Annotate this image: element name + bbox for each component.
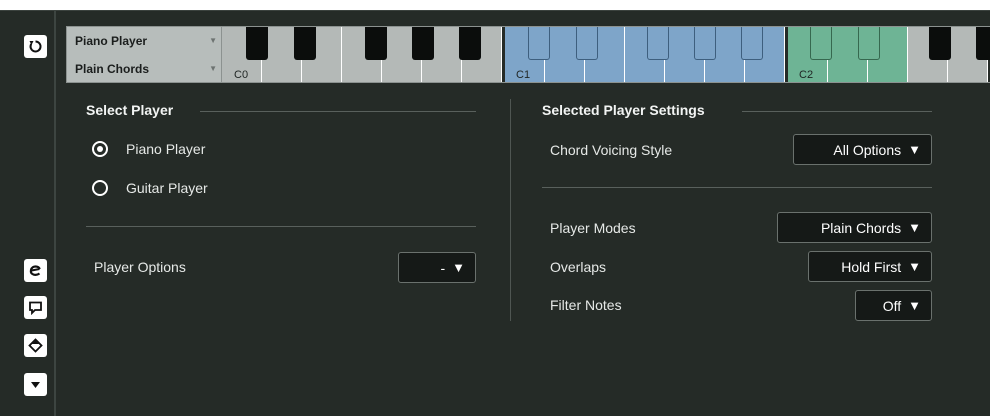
player-dropdown-value: Piano Player bbox=[75, 34, 148, 48]
divider bbox=[86, 226, 476, 227]
black-key[interactable] bbox=[412, 27, 434, 60]
editor-button[interactable] bbox=[24, 259, 47, 282]
player-modes-value: Plain Chords bbox=[820, 219, 902, 236]
black-key[interactable] bbox=[929, 27, 951, 60]
black-key[interactable] bbox=[694, 27, 716, 60]
header-strip: Piano Player ▼ Plain Chords ▼ C0 C1 C2 bbox=[66, 26, 990, 83]
chevron-down-icon: ▼ bbox=[908, 298, 921, 313]
section-separator bbox=[510, 99, 511, 321]
divider bbox=[742, 111, 932, 112]
tag-icon bbox=[28, 338, 43, 353]
chevron-down-icon: ▼ bbox=[209, 64, 217, 73]
overlaps-dropdown[interactable]: Hold First ▼ bbox=[808, 251, 932, 282]
radio-guitar-player[interactable] bbox=[92, 180, 108, 196]
editor-icon bbox=[28, 263, 43, 278]
chord-voicing-style-value: All Options bbox=[833, 141, 902, 158]
player-settings-title: Selected Player Settings bbox=[542, 102, 705, 118]
expand-icon bbox=[28, 377, 43, 392]
style-dropdown[interactable]: Plain Chords ▼ bbox=[67, 55, 223, 83]
black-key[interactable] bbox=[647, 27, 669, 60]
activate-icon bbox=[28, 39, 43, 54]
left-toolbar bbox=[0, 11, 56, 416]
black-key[interactable] bbox=[576, 27, 598, 60]
black-key[interactable] bbox=[976, 27, 990, 60]
black-key[interactable] bbox=[528, 27, 550, 60]
piano-keyboard[interactable]: C0 C1 C2 bbox=[222, 26, 990, 83]
comment-button[interactable] bbox=[24, 296, 47, 319]
chevron-down-icon: ▼ bbox=[908, 142, 921, 157]
octave-label-c2: C2 bbox=[799, 69, 814, 81]
tag-button[interactable] bbox=[24, 334, 47, 357]
player-options-label: Player Options bbox=[94, 259, 186, 275]
player-selector: Piano Player ▼ Plain Chords ▼ bbox=[66, 26, 222, 83]
activate-button[interactable] bbox=[24, 35, 47, 58]
expand-button[interactable] bbox=[24, 373, 47, 396]
overlaps-label: Overlaps bbox=[550, 259, 607, 275]
octave-label-c0: C0 bbox=[234, 69, 249, 81]
chord-pads-panel: Piano Player ▼ Plain Chords ▼ C0 C1 C2 S… bbox=[0, 10, 990, 416]
chevron-down-icon: ▼ bbox=[452, 260, 465, 275]
filter-notes-dropdown[interactable]: Off ▼ bbox=[855, 290, 932, 321]
black-key[interactable] bbox=[294, 27, 316, 60]
black-key[interactable] bbox=[246, 27, 268, 60]
divider bbox=[200, 111, 476, 112]
player-options-value: - bbox=[440, 259, 446, 276]
octave-label-c1: C1 bbox=[516, 69, 531, 81]
select-player-title: Select Player bbox=[86, 102, 174, 118]
overlaps-value: Hold First bbox=[841, 258, 902, 275]
radio-label-piano-player[interactable]: Piano Player bbox=[126, 141, 205, 157]
black-key[interactable] bbox=[365, 27, 387, 60]
style-dropdown-value: Plain Chords bbox=[75, 62, 150, 76]
player-modes-dropdown[interactable]: Plain Chords ▼ bbox=[777, 212, 932, 243]
divider bbox=[542, 187, 932, 188]
chevron-down-icon: ▼ bbox=[209, 36, 217, 45]
black-key[interactable] bbox=[858, 27, 880, 60]
black-key[interactable] bbox=[459, 27, 481, 60]
player-modes-label: Player Modes bbox=[550, 220, 636, 236]
chord-voicing-style-label: Chord Voicing Style bbox=[550, 142, 673, 158]
player-options-dropdown[interactable]: - ▼ bbox=[398, 252, 476, 283]
black-key[interactable] bbox=[741, 27, 763, 60]
chord-voicing-style-dropdown[interactable]: All Options ▼ bbox=[793, 134, 932, 165]
chevron-down-icon: ▼ bbox=[908, 259, 921, 274]
player-dropdown[interactable]: Piano Player ▼ bbox=[67, 27, 223, 55]
comment-icon bbox=[28, 300, 43, 315]
chevron-down-icon: ▼ bbox=[908, 220, 921, 235]
radio-label-guitar-player[interactable]: Guitar Player bbox=[126, 180, 208, 196]
filter-notes-value: Off bbox=[882, 297, 902, 314]
radio-piano-player[interactable] bbox=[92, 141, 108, 157]
black-key[interactable] bbox=[810, 27, 832, 60]
filter-notes-label: Filter Notes bbox=[550, 297, 622, 313]
